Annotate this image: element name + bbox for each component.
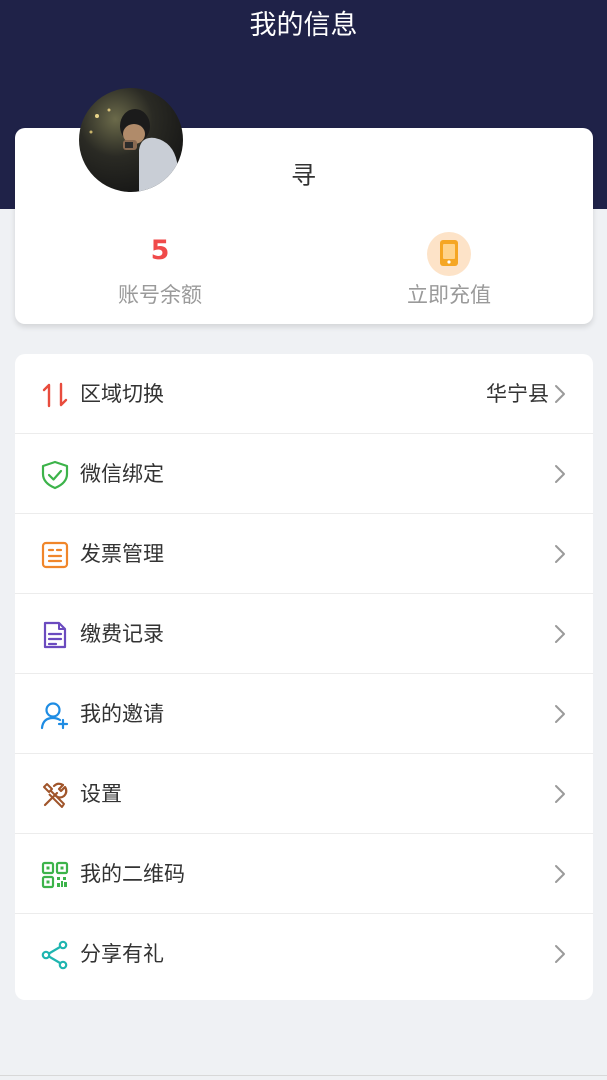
chevron-right-icon [555,785,565,803]
share-icon [41,940,68,970]
menu-item-label: 设置 [80,782,122,806]
chevron-right-icon [555,465,565,483]
tools-icon [43,782,68,808]
menu-item-my-invitations[interactable]: 我的邀请 [15,674,593,754]
menu-item-label: 发票管理 [80,542,164,566]
chevron-right-icon [555,385,565,403]
page-title: 我的信息 [249,10,358,41]
qr-code-icon [41,861,69,889]
chevron-right-icon [555,705,565,723]
phone-recharge-icon[interactable] [427,232,471,276]
chevron-right-icon [555,945,565,963]
document-icon [43,621,67,649]
recharge-label[interactable]: 立即充值 [385,279,513,309]
add-user-icon [40,702,69,730]
shield-check-icon [41,460,69,490]
menu-item-label: 分享有礼 [80,942,164,966]
bottom-divider [0,1075,607,1076]
chevron-right-icon [555,545,565,563]
balance-label: 账号余额 [118,283,202,307]
menu-item-label: 我的邀请 [80,702,164,726]
balance-value[interactable]: 5 [100,235,220,266]
username: 寻 [290,161,316,190]
menu-item-payment-records[interactable]: 缴费记录 [15,594,593,674]
swap-arrows-icon [42,382,68,408]
invoice-icon [41,541,69,569]
menu-item-label: 缴费记录 [80,622,164,646]
menu-item-settings[interactable]: 设置 [15,754,593,834]
chevron-right-icon [555,865,565,883]
chevron-right-icon [555,625,565,643]
menu-item-wechat-binding[interactable]: 微信绑定 [15,434,593,514]
menu-item-my-qr-code[interactable]: 我的二维码 [15,834,593,914]
menu-item-region-switch[interactable]: 区域切换 华宁县 [15,354,593,434]
menu-item-label: 微信绑定 [80,462,164,486]
menu-list: 区域切换 华宁县 微信绑定 发票管理 缴费记录 我的邀请 设置 我的二维码 分享… [15,354,593,1000]
menu-item-label: 区域切换 [80,382,164,406]
region-value: 华宁县 [486,382,549,406]
menu-item-label: 我的二维码 [80,862,185,886]
menu-item-invoice-management[interactable]: 发票管理 [15,514,593,594]
menu-item-share-rewards[interactable]: 分享有礼 [15,914,593,994]
